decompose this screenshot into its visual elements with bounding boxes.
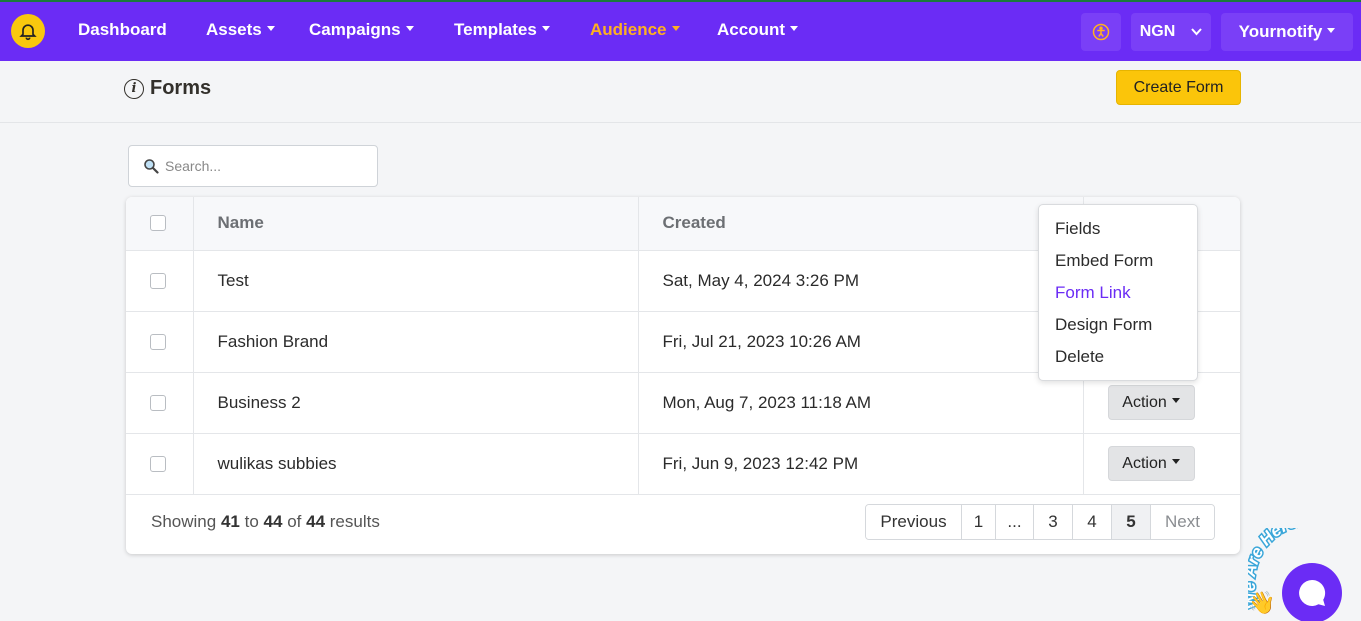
accessibility-icon: [1092, 23, 1110, 41]
currency-value: NGN: [1139, 23, 1176, 40]
pagination-page-4[interactable]: 4: [1073, 505, 1112, 539]
row-checkbox[interactable]: [150, 333, 166, 350]
form-created: Mon, Aug 7, 2023 11:18 AM: [638, 372, 1084, 434]
pagination-next[interactable]: Next: [1151, 505, 1214, 539]
caret-down-icon: [541, 26, 550, 32]
pagination: Previous 1 ... 3 4 5 Next: [865, 504, 1215, 540]
nav-account[interactable]: Account: [717, 20, 798, 40]
search-box: [128, 145, 378, 187]
table-footer: Showing 41 to 44 of 44 results Previous …: [126, 495, 1240, 554]
chat-widget-button[interactable]: [1282, 563, 1342, 621]
table-row: wulikas subbies Fri, Jun 9, 2023 12:42 P…: [126, 433, 1240, 495]
form-created: Fri, Jul 21, 2023 10:26 AM: [638, 311, 1084, 373]
form-created: Fri, Jun 9, 2023 12:42 PM: [638, 433, 1084, 495]
caret-down-icon: [1171, 398, 1180, 403]
page-header: i Forms Create Form: [0, 61, 1361, 123]
nav-campaigns[interactable]: Campaigns: [309, 20, 414, 40]
nav-campaigns-label: Campaigns: [309, 20, 401, 39]
bell-logo-icon[interactable]: [11, 14, 45, 48]
menu-item-embed-form[interactable]: Embed Form: [1039, 245, 1197, 277]
page-title-text: Forms: [150, 77, 212, 99]
nav-audience-label: Audience: [590, 20, 667, 39]
form-name[interactable]: Test: [193, 250, 639, 312]
results-to: 44: [263, 512, 283, 531]
results-total: 44: [306, 512, 326, 531]
pagination-page-3[interactable]: 3: [1034, 505, 1073, 539]
row-checkbox[interactable]: [150, 394, 166, 411]
search-input[interactable]: [165, 158, 365, 174]
menu-item-form-link[interactable]: Form Link: [1039, 277, 1197, 309]
chevron-down-icon: [1191, 28, 1203, 36]
caret-down-icon: [405, 26, 414, 32]
menu-item-fields[interactable]: Fields: [1039, 213, 1197, 245]
create-form-button[interactable]: Create Form: [1116, 70, 1241, 105]
select-all-checkbox[interactable]: [150, 215, 166, 232]
top-navbar: Dashboard Assets Campaigns Templates Aud…: [0, 0, 1361, 61]
user-name: Yournotify: [1238, 22, 1323, 41]
action-button[interactable]: Action: [1107, 446, 1195, 481]
nav-assets-label: Assets: [206, 20, 262, 39]
nav-assets[interactable]: Assets: [206, 20, 275, 40]
table-row: Business 2 Mon, Aug 7, 2023 11:18 AM Act…: [126, 372, 1240, 434]
pagination-page-5[interactable]: 5: [1112, 505, 1151, 539]
nav-dashboard-label: Dashboard: [78, 20, 167, 39]
results-from: 41: [220, 512, 240, 531]
form-created: Sat, May 4, 2024 3:26 PM: [638, 250, 1084, 312]
menu-item-delete[interactable]: Delete: [1039, 341, 1197, 373]
form-name[interactable]: Business 2: [193, 372, 639, 434]
action-button[interactable]: Action: [1107, 385, 1195, 420]
column-header-name[interactable]: Name: [193, 197, 639, 251]
info-icon[interactable]: i: [124, 78, 144, 99]
nav-dashboard[interactable]: Dashboard: [78, 20, 167, 40]
currency-select[interactable]: NGN: [1131, 13, 1211, 51]
caret-down-icon: [671, 26, 680, 32]
caret-down-icon: [790, 26, 798, 32]
waving-hand-icon: 👋: [1248, 590, 1275, 616]
form-name[interactable]: Fashion Brand: [193, 311, 639, 373]
column-header-created[interactable]: Created: [638, 197, 1084, 251]
caret-down-icon: [266, 26, 275, 32]
nav-templates[interactable]: Templates: [454, 20, 550, 40]
nav-audience[interactable]: Audience: [590, 20, 680, 40]
pagination-ellipsis: ...: [996, 505, 1034, 539]
nav-templates-label: Templates: [454, 20, 537, 39]
chat-bubble-icon: [1299, 579, 1326, 606]
caret-down-icon: [1171, 459, 1180, 464]
caret-down-icon: [1327, 27, 1336, 33]
pagination-page-1[interactable]: 1: [962, 505, 996, 539]
row-checkbox[interactable]: [150, 455, 166, 472]
action-dropdown-menu: Fields Embed Form Form Link Design Form …: [1038, 204, 1198, 381]
action-label: Action: [1122, 393, 1167, 411]
row-checkbox[interactable]: [150, 272, 166, 289]
page-title: i Forms: [124, 77, 211, 100]
nav-account-label: Account: [717, 20, 785, 39]
search-icon: [144, 159, 159, 174]
form-name[interactable]: wulikas subbies: [193, 433, 639, 495]
accessibility-button[interactable]: [1081, 13, 1121, 51]
results-summary: Showing 41 to 44 of 44 results: [151, 512, 380, 531]
action-label: Action: [1122, 454, 1167, 472]
menu-item-design-form[interactable]: Design Form: [1039, 309, 1197, 341]
pagination-previous[interactable]: Previous: [866, 505, 962, 539]
user-menu[interactable]: Yournotify: [1221, 13, 1353, 51]
